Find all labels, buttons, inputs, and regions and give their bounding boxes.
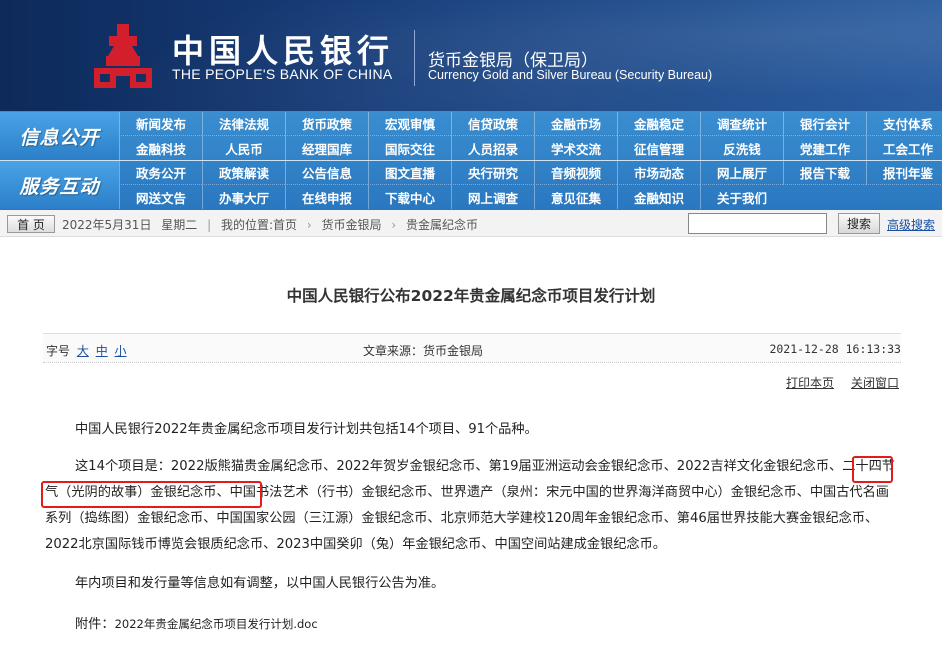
nav-item[interactable]: 央行研究: [451, 161, 534, 185]
font-size-label: 字号: [46, 344, 71, 358]
nav-item[interactable]: 人员招录: [451, 136, 534, 160]
paragraph-text: 这14个项目是：2022版熊猫贵金属纪念币、2022年贺岁金银纪念币、第19届亚…: [75, 459, 843, 474]
nav-row: 政务公开 政策解读 公告信息 图文直播 央行研究 音频视频 市场动态 网上展厅 …: [119, 161, 942, 185]
nav-item[interactable]: 报告下载: [783, 161, 866, 185]
article-datetime: 2021-12-28 16:13:33: [769, 342, 901, 356]
bureau-name-en: Currency Gold and Silver Bureau (Securit…: [428, 68, 713, 82]
breadcrumb-link-bureau[interactable]: 货币金银局: [322, 218, 382, 232]
nav-item[interactable]: 网上展厅: [700, 161, 783, 185]
nav-item[interactable]: 银行会计: [783, 112, 866, 136]
nav-item[interactable]: 政策解读: [202, 161, 285, 185]
nav-item[interactable]: 市场动态: [617, 161, 700, 185]
pboc-logo-icon[interactable]: [90, 24, 156, 90]
nav-item[interactable]: 反洗钱: [700, 136, 783, 160]
nav-item[interactable]: 新闻发布: [119, 112, 202, 136]
highlight-box: [41, 481, 262, 508]
close-window-link[interactable]: 关闭窗口: [851, 374, 899, 391]
article-meta: 字号 大 中 小 文章来源：货币金银局 2021-12-28 16:13:33: [43, 333, 901, 363]
advanced-search-link[interactable]: 高级搜索: [887, 216, 935, 233]
breadcrumb-link-coins[interactable]: 贵金属纪念币: [406, 218, 478, 232]
nav-item[interactable]: 经理国库: [285, 136, 368, 160]
nav-item[interactable]: 工会工作: [866, 136, 942, 160]
nav-item[interactable]: 报刊年鉴: [866, 161, 942, 185]
nav-item[interactable]: 关于我们: [700, 185, 783, 209]
search-input[interactable]: [688, 213, 827, 234]
nav-item[interactable]: 国际交往: [368, 136, 451, 160]
nav-item[interactable]: 信贷政策: [451, 112, 534, 136]
site-header: 中国人民银行 THE PEOPLE'S BANK OF CHINA 货币金银局（…: [0, 0, 942, 111]
nav-section-service: 服务互动 政务公开 政策解读 公告信息 图文直播 央行研究 音频视频 市场动态 …: [0, 161, 942, 209]
font-medium-link[interactable]: 中: [96, 344, 108, 358]
nav-item[interactable]: 政务公开: [119, 161, 202, 185]
font-large-link[interactable]: 大: [77, 344, 89, 358]
nav-item[interactable]: 图文直播: [368, 161, 451, 185]
nav-item[interactable]: 货币政策: [285, 112, 368, 136]
attachment: 附件：2022年贵金属纪念币项目发行计划.doc: [45, 611, 900, 638]
highlight-box: [852, 456, 893, 483]
nav-item[interactable]: 网上调查: [451, 185, 534, 209]
nav-item[interactable]: 金融知识: [617, 185, 700, 209]
search-button[interactable]: 搜索: [838, 213, 880, 234]
nav-section-title-info: 信息公开: [0, 112, 119, 160]
print-link[interactable]: 打印本页: [786, 374, 834, 391]
nav-item[interactable]: 公告信息: [285, 161, 368, 185]
nav-item[interactable]: 金融科技: [119, 136, 202, 160]
nav-item[interactable]: 金融市场: [534, 112, 617, 136]
breadcrumb: 2022年5月31日 星期二 | 我的位置:首页 › 货币金银局 › 贵金属纪念…: [62, 218, 479, 232]
nav-item[interactable]: 在线申报: [285, 185, 368, 209]
nav-section-info: 信息公开 新闻发布 法律法规 货币政策 宏观审慎 信贷政策 金融市场 金融稳定 …: [0, 112, 942, 160]
nav-item[interactable]: 支付体系: [866, 112, 942, 136]
nav-section-title-service: 服务互动: [0, 161, 119, 209]
nav-item[interactable]: 学术交流: [534, 136, 617, 160]
nav-item[interactable]: 调查统计: [700, 112, 783, 136]
location-prefix: 我的位置:: [221, 218, 274, 232]
nav-item[interactable]: 下载中心: [368, 185, 451, 209]
font-size-controls: 字号 大 中 小: [46, 342, 127, 359]
nav-item[interactable]: 金融稳定: [617, 112, 700, 136]
nav-item[interactable]: 人民币: [202, 136, 285, 160]
nav-item[interactable]: 法律法规: [202, 112, 285, 136]
nav-item[interactable]: 宏观审慎: [368, 112, 451, 136]
nav-item[interactable]: 意见征集: [534, 185, 617, 209]
nav-item[interactable]: 办事大厅: [202, 185, 285, 209]
nav-row: 金融科技 人民币 经理国库 国际交往 人员招录 学术交流 征信管理 反洗钱 党建…: [119, 136, 942, 160]
current-date: 2022年5月31日: [62, 218, 152, 232]
article-source: 文章来源：货币金银局: [363, 344, 484, 358]
font-small-link[interactable]: 小: [115, 344, 127, 358]
article-title: 中国人民银行公布2022年贵金属纪念币项目发行计划: [286, 287, 656, 305]
header-divider: [414, 30, 415, 86]
nav-item[interactable]: 音频视频: [534, 161, 617, 185]
nav-item[interactable]: 网送文告: [119, 185, 202, 209]
nav-row: 新闻发布 法律法规 货币政策 宏观审慎 信贷政策 金融市场 金融稳定 调查统计 …: [119, 112, 942, 136]
current-weekday: 星期二: [161, 218, 198, 232]
article-paragraph: 年内项目和发行量等信息如有调整，以中国人民银行公告为准。: [75, 576, 445, 591]
bank-name-en: THE PEOPLE'S BANK OF CHINA: [172, 66, 393, 82]
nav-item[interactable]: 党建工作: [783, 136, 866, 160]
attachment-label: 附件：: [75, 617, 115, 632]
nav-row: 网送文告 办事大厅 在线申报 下载中心 网上调查 意见征集 金融知识 关于我们: [119, 185, 783, 209]
main-nav: 信息公开 新闻发布 法律法规 货币政策 宏观审慎 信贷政策 金融市场 金融稳定 …: [0, 111, 942, 210]
breadcrumb-bar: 首 页 2022年5月31日 星期二 | 我的位置:首页 › 货币金银局 › 贵…: [0, 210, 942, 237]
nav-item[interactable]: 征信管理: [617, 136, 700, 160]
article-paragraph: 中国人民银行2022年贵金属纪念币项目发行计划共包括14个项目、91个品种。: [75, 422, 538, 437]
home-button[interactable]: 首 页: [7, 215, 55, 233]
attachment-link[interactable]: 2022年贵金属纪念币项目发行计划.doc: [115, 617, 318, 631]
breadcrumb-link-home[interactable]: 首页: [273, 218, 297, 232]
